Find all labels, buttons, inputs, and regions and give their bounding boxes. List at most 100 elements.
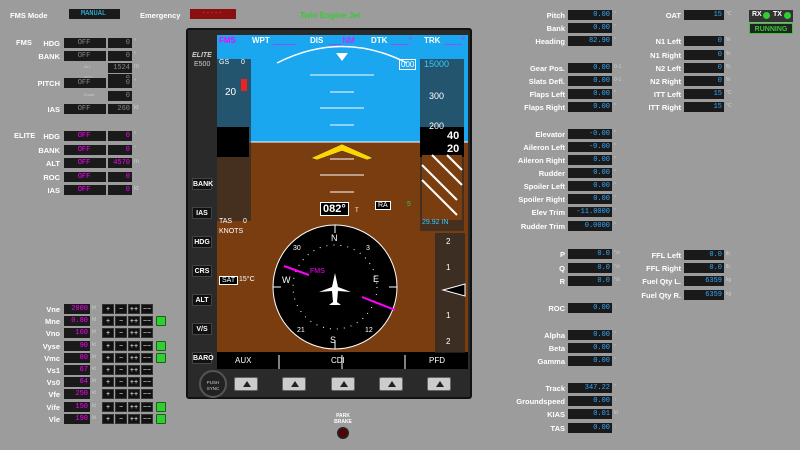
- vspeed-plusplus-button[interactable]: ++: [128, 352, 140, 363]
- fms-row-state[interactable]: OFF: [64, 104, 106, 114]
- vspeed-minusminus-button[interactable]: −−: [141, 413, 153, 424]
- softkey-button-4[interactable]: [379, 377, 403, 391]
- vspeed-value[interactable]: 2000: [64, 304, 90, 314]
- vspeed-enabled-toggle[interactable]: [156, 316, 166, 327]
- elite-row-value[interactable]: 4570: [108, 158, 132, 168]
- vspeed-value[interactable]: 64: [64, 377, 90, 388]
- fms-row-value[interactable]: 0: [108, 91, 132, 101]
- pfd-side-button-hdg[interactable]: HDG: [192, 236, 212, 248]
- vspeed-minus-button[interactable]: −: [115, 352, 127, 363]
- fms-row-value[interactable]: 0: [108, 78, 132, 88]
- vspeed-minus-button[interactable]: −: [115, 316, 127, 327]
- vspeed-minusminus-button[interactable]: −−: [141, 316, 153, 327]
- vspeed-value[interactable]: 160: [64, 328, 90, 339]
- park-brake-button[interactable]: [337, 427, 349, 439]
- vspeed-plus-button[interactable]: +: [102, 389, 114, 400]
- softkey-button-2[interactable]: [282, 377, 306, 391]
- fms-mode-value[interactable]: MANUAL: [69, 9, 120, 19]
- emergency-value[interactable]: -----: [190, 9, 236, 19]
- vspeed-plus-button[interactable]: +: [102, 304, 114, 314]
- vspeed-plus-button[interactable]: +: [102, 340, 114, 351]
- vspeed-minus-button[interactable]: −: [115, 389, 127, 400]
- vspeed-plusplus-button[interactable]: ++: [128, 316, 140, 327]
- fms-row-label[interactable]: PITCH: [20, 79, 61, 88]
- elite-row-state[interactable]: OFF: [64, 185, 106, 195]
- vspeed-minusminus-button[interactable]: −−: [141, 352, 153, 363]
- fms-row-value[interactable]: 0: [108, 51, 132, 61]
- vspeed-plus-button[interactable]: +: [102, 413, 114, 424]
- softkey-pfd[interactable]: PFD: [429, 356, 445, 365]
- pfd-side-button-vs[interactable]: V/S: [192, 323, 212, 335]
- softkey-aux[interactable]: AUX: [235, 356, 251, 365]
- softkey-cdi[interactable]: CDI: [331, 356, 345, 365]
- vspeed-plusplus-button[interactable]: ++: [128, 401, 140, 412]
- pfd-side-button-crs[interactable]: CRS: [192, 265, 212, 277]
- fms-row-state[interactable]: OFF: [64, 51, 106, 61]
- elite-row-value[interactable]: 0: [108, 185, 132, 195]
- softkey-button-5[interactable]: [427, 377, 451, 391]
- vspeed-minusminus-button[interactable]: −−: [141, 340, 153, 351]
- elite-row-state[interactable]: OFF: [64, 131, 106, 141]
- vspeed-minus-button[interactable]: −: [115, 340, 127, 351]
- vspeed-minusminus-button[interactable]: −−: [141, 304, 153, 314]
- fms-row-value[interactable]: 260: [108, 104, 132, 114]
- fms-row-label[interactable]: IAS: [20, 105, 60, 114]
- vspeed-value[interactable]: 250: [64, 389, 90, 400]
- vspeed-plusplus-button[interactable]: ++: [128, 389, 140, 400]
- vspeed-plus-button[interactable]: +: [102, 401, 114, 412]
- vspeed-minusminus-button[interactable]: −−: [141, 328, 153, 339]
- vspeed-plusplus-button[interactable]: ++: [128, 304, 140, 314]
- vspeed-value[interactable]: 90: [64, 340, 90, 351]
- fms-row-value[interactable]: 0: [108, 38, 132, 48]
- elite-row-value[interactable]: 0: [108, 131, 132, 141]
- vspeed-enabled-toggle[interactable]: [156, 340, 166, 351]
- vspeed-plus-button[interactable]: +: [102, 316, 114, 327]
- pfd-side-button-alt[interactable]: ALT: [192, 294, 212, 306]
- elite-row-value[interactable]: 0: [108, 171, 132, 182]
- pfd-side-button-ias[interactable]: IAS: [192, 207, 212, 219]
- vspeed-minusminus-button[interactable]: −−: [141, 401, 153, 412]
- vspeed-plusplus-button[interactable]: ++: [128, 377, 140, 388]
- vspeed-minus-button[interactable]: −: [115, 413, 127, 424]
- vspeed-value[interactable]: 67: [64, 365, 90, 375]
- vspeed-enabled-toggle[interactable]: [156, 401, 166, 412]
- vspeed-value[interactable]: 0.80: [64, 316, 90, 327]
- softkey-button-3[interactable]: [331, 377, 355, 391]
- push-sync-knob[interactable]: PUSH SYNC: [199, 370, 227, 398]
- vspeed-plusplus-button[interactable]: ++: [128, 365, 140, 375]
- vspeed-plusplus-button[interactable]: ++: [128, 340, 140, 351]
- vspeed-minusminus-button[interactable]: −−: [141, 377, 153, 388]
- fms-row-state[interactable]: OFF: [64, 38, 106, 48]
- vspeed-enabled-toggle[interactable]: [156, 413, 166, 424]
- softkey-button-1[interactable]: [234, 377, 258, 391]
- vspeed-minus-button[interactable]: −: [115, 365, 127, 375]
- pfd-side-button-baro[interactable]: BARO: [192, 352, 214, 364]
- vspeed-enabled-toggle[interactable]: [156, 352, 166, 363]
- vspeed-value[interactable]: 80: [64, 352, 90, 363]
- elite-row-state[interactable]: OFF: [64, 158, 106, 168]
- fms-row-label[interactable]: HDG: [20, 39, 60, 48]
- vspeed-minus-button[interactable]: −: [115, 304, 127, 314]
- compass-s: S: [330, 335, 337, 345]
- vspeed-plusplus-button[interactable]: ++: [128, 413, 140, 424]
- vspeed-plusplus-button[interactable]: ++: [128, 328, 140, 339]
- elite-row-state[interactable]: OFF: [64, 144, 106, 155]
- vspeed-value[interactable]: 190: [64, 413, 90, 424]
- elite-row-state[interactable]: OFF: [64, 171, 106, 182]
- fms-row-label[interactable]: BANK: [20, 52, 60, 61]
- elite-row-value[interactable]: 0: [108, 144, 132, 155]
- vspeed-plus-button[interactable]: +: [102, 328, 114, 339]
- vspeed-plus-button[interactable]: +: [102, 377, 114, 388]
- vspeed-value[interactable]: 150: [64, 401, 90, 412]
- vspeed-minus-button[interactable]: −: [115, 328, 127, 339]
- vspeed-minus-button[interactable]: −: [115, 377, 127, 388]
- pfd-side-button-bank[interactable]: BANK: [192, 178, 213, 190]
- vspeed-minusminus-button[interactable]: −−: [141, 389, 153, 400]
- vspeed-plus-button[interactable]: +: [102, 365, 114, 375]
- vspeed-plus-button[interactable]: +: [102, 352, 114, 363]
- fms-row-state[interactable]: OFF: [64, 78, 106, 88]
- fms-row-value[interactable]: 1524: [108, 63, 132, 73]
- vspeed-minusminus-button[interactable]: −−: [141, 365, 153, 375]
- elite-row-label: HDG: [43, 132, 60, 141]
- vspeed-minus-button[interactable]: −: [115, 401, 127, 412]
